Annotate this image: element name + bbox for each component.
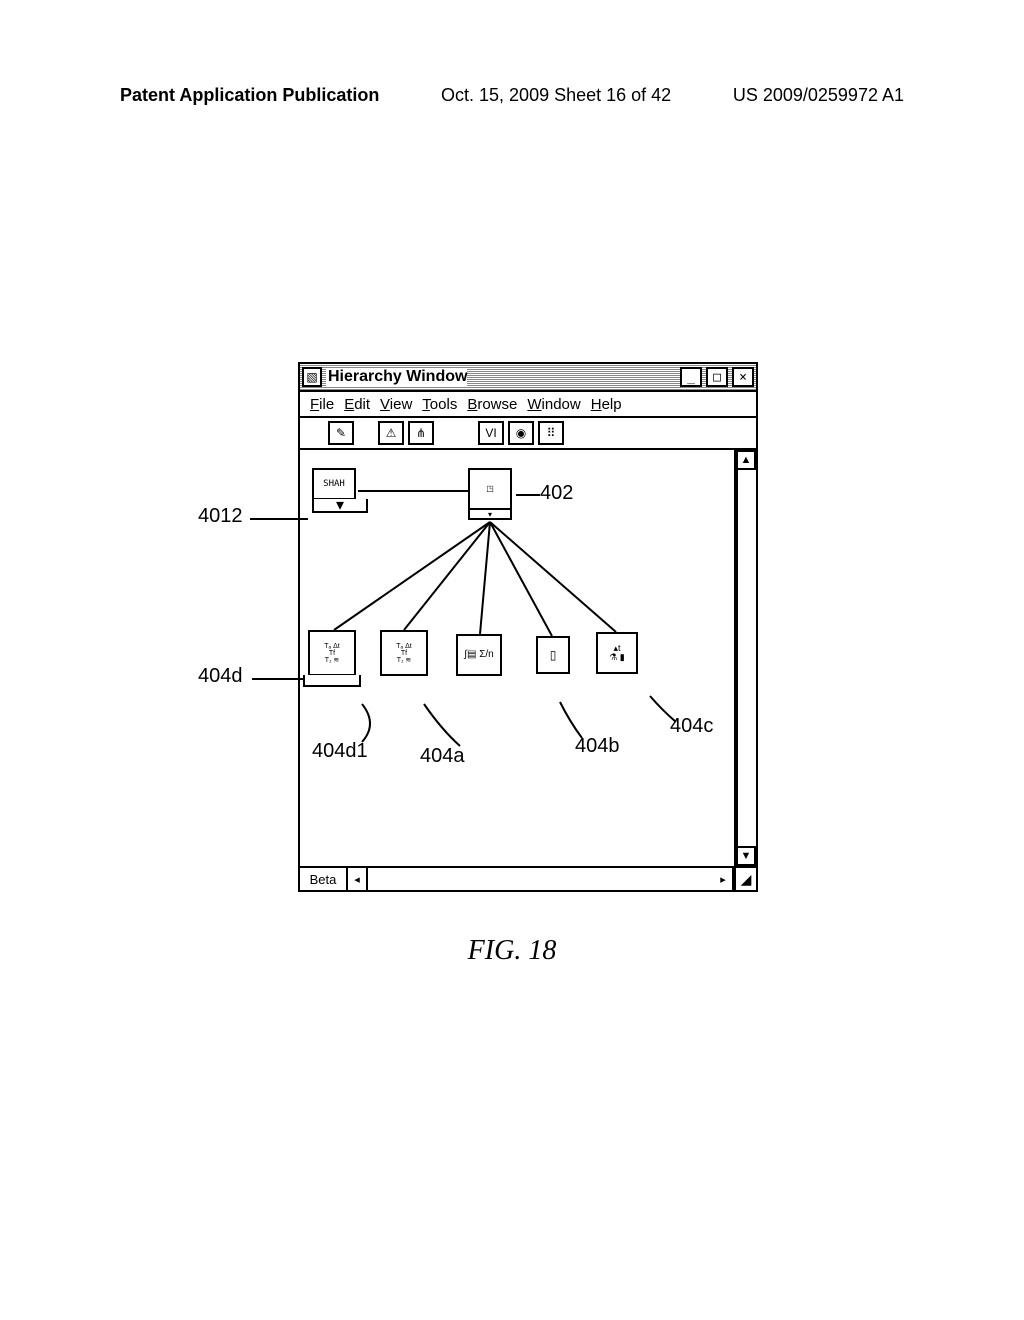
menu-file[interactable]: File <box>310 396 334 413</box>
close-button[interactable]: × <box>732 367 754 387</box>
menu-help[interactable]: Help <box>591 396 622 413</box>
menu-window[interactable]: Window <box>527 396 580 413</box>
node-402[interactable]: ◳ ▾ <box>468 468 512 520</box>
scroll-right-icon[interactable]: ▸ <box>714 868 734 890</box>
label-404c: 404c <box>670 715 713 738</box>
resize-grip-icon[interactable]: ◢ <box>734 868 756 890</box>
label-402: 402 <box>540 482 573 505</box>
figure-caption: FIG. 18 <box>0 935 1024 967</box>
menu-browse[interactable]: Browse <box>467 396 517 413</box>
node-root-base: ▾ <box>312 499 368 513</box>
label-404a: 404a <box>420 745 465 768</box>
tool-brush-icon[interactable]: ✎ <box>328 421 354 445</box>
vertical-scrollbar[interactable]: ▲ ▼ <box>736 450 756 866</box>
node-404a[interactable]: Tₐ ΔtTfT₁ ≋ <box>380 630 428 676</box>
hierarchy-canvas[interactable]: SHAH ▾ ◳ ▾ Tₐ ΔtTfT₁ ≋ Tₐ ΔtTfT₁ ≋ <box>300 450 736 866</box>
tool-vi-icon[interactable]: VI <box>478 421 504 445</box>
node-402-box: ◳ <box>468 468 512 510</box>
tool-tree-icon[interactable]: ⚠ <box>378 421 404 445</box>
label-404d1: 404d1 <box>312 740 368 763</box>
toolbar: ✎ ⚠ ⋔ VI ◉ ⠿ <box>300 418 756 450</box>
status-label: Beta <box>300 868 348 890</box>
scroll-down-icon[interactable]: ▼ <box>736 846 756 866</box>
tool-grid-icon[interactable]: ⠿ <box>538 421 564 445</box>
hscroll-track[interactable] <box>368 868 714 890</box>
scroll-up-icon[interactable]: ▲ <box>736 450 756 470</box>
node-404c[interactable]: ▴t⚗ ▮ <box>596 632 638 674</box>
header-right: US 2009/0259972 A1 <box>733 85 904 106</box>
header-left: Patent Application Publication <box>120 85 379 106</box>
label-404b: 404b <box>575 735 620 758</box>
scroll-track[interactable] <box>736 470 756 846</box>
tool-globe-icon[interactable]: ◉ <box>508 421 534 445</box>
maximize-button[interactable]: □ <box>706 367 728 387</box>
titlebar[interactable]: ▧ Hierarchy Window _ □ × <box>300 364 756 392</box>
menu-bar: File Edit View Tools Browse Window Help <box>300 392 756 418</box>
window-title: Hierarchy Window <box>326 368 467 386</box>
system-menu-icon[interactable]: ▧ <box>302 367 322 387</box>
menu-view[interactable]: View <box>380 396 412 413</box>
node-404b[interactable]: ▯ <box>536 636 570 674</box>
node-root-box: SHAH <box>312 468 356 500</box>
scroll-left-icon[interactable]: ◂ <box>348 868 368 890</box>
tool-hierarchy-icon[interactable]: ⋔ <box>408 421 434 445</box>
header-center: Oct. 15, 2009 Sheet 16 of 42 <box>441 85 671 106</box>
node-sum[interactable]: ∫▤ Σ/n <box>456 634 502 676</box>
label-4012: 4012 <box>198 505 243 528</box>
node-404d[interactable]: Tₐ ΔtTfT₁ ≋ <box>308 630 356 687</box>
label-404d: 404d <box>198 665 243 688</box>
menu-tools[interactable]: Tools <box>422 396 457 413</box>
minimize-button[interactable]: _ <box>680 367 702 387</box>
status-bar: Beta ◂ ▸ ◢ <box>300 866 756 890</box>
menu-edit[interactable]: Edit <box>344 396 370 413</box>
hierarchy-window: ▧ Hierarchy Window _ □ × File Edit View … <box>298 362 758 892</box>
page-header: Patent Application Publication Oct. 15, … <box>0 85 1024 106</box>
